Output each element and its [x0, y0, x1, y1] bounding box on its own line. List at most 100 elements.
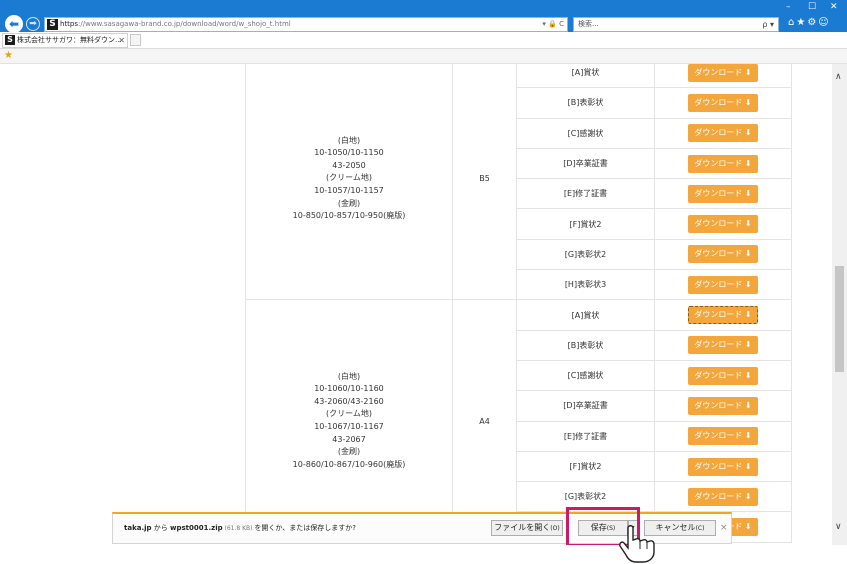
template-name-cell: [G]表彰状2 [516, 238, 655, 271]
toolbar-icons[interactable]: ⌂★⚙☺ [788, 17, 831, 28]
favorites-star-icon[interactable]: ★ [4, 50, 13, 61]
product-code-line: (白地) [337, 135, 361, 145]
template-name-cell: [B]表彰状 [516, 329, 655, 361]
table-row: (白地) 10-1050/10-1150 43-2050 (クリーム地) 10-1057… [245, 64, 792, 301]
search-placeholder: 検索... [578, 20, 599, 28]
forward-arrow-icon[interactable]: ➡ [26, 17, 40, 31]
notification-question: を開くか、または保存しますか? [254, 524, 357, 532]
site-favicon-icon: S [47, 19, 58, 30]
paper-size-cell: A4 [452, 299, 517, 543]
close-window-icon[interactable]: ✕ [830, 2, 838, 12]
product-code-line: (金刷) [337, 447, 361, 457]
template-name-cell: [F]賞状2 [516, 450, 655, 483]
download-cell: ダウンロード ⬇ [654, 269, 792, 301]
download-cell: ダウンロード ⬇ [654, 450, 792, 483]
template-name-cell: [D]卒業証書 [516, 147, 655, 180]
open-file-accesskey: (O) [550, 525, 560, 532]
product-code-line: (クリーム地) [325, 173, 372, 183]
template-name-cell: [C]感謝状 [516, 117, 655, 149]
product-code-line: (クリーム地) [325, 409, 372, 419]
download-button[interactable]: ダウンロード ⬇ [688, 64, 758, 82]
search-input[interactable]: 検索... ρ ▾ [573, 17, 779, 32]
download-cell: ダウンロード ⬇ [654, 117, 792, 149]
download-cell: ダウンロード ⬇ [654, 178, 792, 210]
address-bar-icons[interactable]: ▾ 🔒 C [542, 18, 564, 31]
page-content: (白地) 10-1050/10-1150 43-2050 (クリーム地) 10-1057… [0, 64, 832, 545]
product-codes-cell: (白地) 10-1060/10-1160 43-2060/43-2160 (クリーム地… [245, 299, 453, 543]
notification-site: taka.jp [124, 524, 152, 532]
open-file-button[interactable]: ファイルを開く(O) [491, 520, 563, 536]
notification-size: (61.8 KB) [222, 525, 255, 532]
download-button[interactable]: ダウンロード ⬇ [688, 366, 758, 385]
download-button[interactable]: ダウンロード ⬇ [688, 93, 758, 112]
back-arrow-icon[interactable]: ⬅ [5, 15, 23, 33]
download-cell: ダウンロード ⬇ [654, 147, 792, 180]
cancel-accesskey: (C) [695, 525, 705, 532]
template-name-cell: [A]賞状 [516, 64, 655, 89]
url-scheme: https [60, 20, 79, 28]
template-name-cell: [C]感謝状 [516, 359, 655, 392]
download-button[interactable]: ダウンロード ⬇ [688, 154, 758, 173]
template-name-cell: [F]賞状2 [516, 208, 655, 240]
download-button[interactable]: ダウンロード ⬇ [688, 124, 758, 143]
template-name-cell: [A]賞状 [516, 299, 655, 331]
download-button[interactable]: ダウンロード ⬇ [688, 427, 758, 446]
tab-active[interactable]: S 株式会社ササガワ：無料ダウン... ✕ [2, 33, 128, 48]
open-file-label: ファイルを開く [494, 523, 551, 532]
vertical-scrollbar[interactable]: ∧ ∨ [832, 64, 847, 545]
product-code-line: 10-850/10-857/10-950(廃版) [292, 211, 406, 221]
favorites-bar: ★ [0, 49, 847, 64]
product-code-line: 10-860/10-867/10-960(廃版) [292, 459, 406, 469]
tab-strip: S 株式会社ササガワ：無料ダウン... ✕ [0, 32, 847, 49]
download-table: (白地) 10-1050/10-1150 43-2050 (クリーム地) 10-1057… [245, 64, 792, 543]
product-code-line: (金刷) [337, 198, 361, 208]
download-cell: ダウンロード ⬇ [654, 481, 792, 513]
status-area [0, 545, 847, 564]
download-button[interactable]: ダウンロード ⬇ [688, 336, 758, 355]
scroll-thumb[interactable] [835, 266, 844, 372]
download-button[interactable]: ダウンロード ⬇ [688, 245, 758, 264]
download-cell: ダウンロード ⬇ [654, 420, 792, 452]
table-row: (白地) 10-1060/10-1160 43-2060/43-2160 (クリーム地… [245, 299, 792, 543]
scroll-down-icon[interactable]: ∨ [835, 522, 842, 532]
minimize-icon[interactable]: – [786, 2, 791, 12]
download-button[interactable]: ダウンロード ⬇ [688, 306, 758, 325]
product-code-line: 43-2050 [332, 160, 366, 170]
scroll-up-icon[interactable]: ∧ [835, 72, 842, 82]
product-code-line: (白地) [337, 371, 361, 381]
template-name-cell: [E]修了証書 [516, 420, 655, 452]
download-cell: ダウンロード ⬇ [654, 87, 792, 119]
template-name-cell: [H]表彰状3 [516, 269, 655, 301]
product-code-line: 43-2060/43-2160 [314, 396, 384, 406]
download-button[interactable]: ダウンロード ⬇ [688, 275, 758, 294]
hand-pointer-icon [619, 525, 655, 563]
template-name-cell: [D]卒業証書 [516, 390, 655, 422]
product-code-line: 43-2067 [332, 434, 366, 444]
product-code-line: 10-1050/10-1150 [314, 148, 384, 158]
restore-icon[interactable]: ☐ [808, 2, 816, 12]
url-text: ://www.sasagawa-brand.co.jp/download/wor… [78, 20, 291, 28]
address-bar[interactable]: Shttps://www.sasagawa-brand.co.jp/downlo… [44, 17, 568, 32]
product-code-line: 10-1067/10-1167 [314, 422, 384, 432]
search-icon[interactable]: ρ ▾ [762, 18, 774, 31]
tab-close-icon[interactable]: ✕ [118, 34, 125, 47]
notification-from: から [151, 524, 170, 532]
download-cell: ダウンロード ⬇ [654, 299, 792, 331]
download-button[interactable]: ダウンロード ⬇ [688, 215, 758, 234]
product-codes-cell: (白地) 10-1050/10-1150 43-2050 (クリーム地) 10-1057… [245, 64, 453, 301]
download-cell: ダウンロード ⬇ [654, 359, 792, 392]
download-button[interactable]: ダウンロード ⬇ [688, 487, 758, 506]
download-cell: ダウンロード ⬇ [654, 329, 792, 361]
product-code-line: 10-1057/10-1157 [314, 185, 384, 195]
download-cell: ダウンロード ⬇ [654, 390, 792, 422]
download-button[interactable]: ダウンロード ⬇ [688, 457, 758, 476]
tab-favicon-icon: S [5, 35, 15, 45]
tab-title: 株式会社ササガワ：無料ダウン... [17, 36, 122, 44]
notification-close-icon[interactable]: × [720, 523, 728, 533]
new-tab-button[interactable] [130, 34, 141, 46]
product-code-line: 10-1060/10-1160 [314, 384, 384, 394]
download-button[interactable]: ダウンロード ⬇ [688, 396, 758, 415]
download-button[interactable]: ダウンロード ⬇ [688, 184, 758, 203]
template-name-cell: [B]表彰状 [516, 87, 655, 119]
paper-size-cell: B5 [452, 64, 517, 301]
